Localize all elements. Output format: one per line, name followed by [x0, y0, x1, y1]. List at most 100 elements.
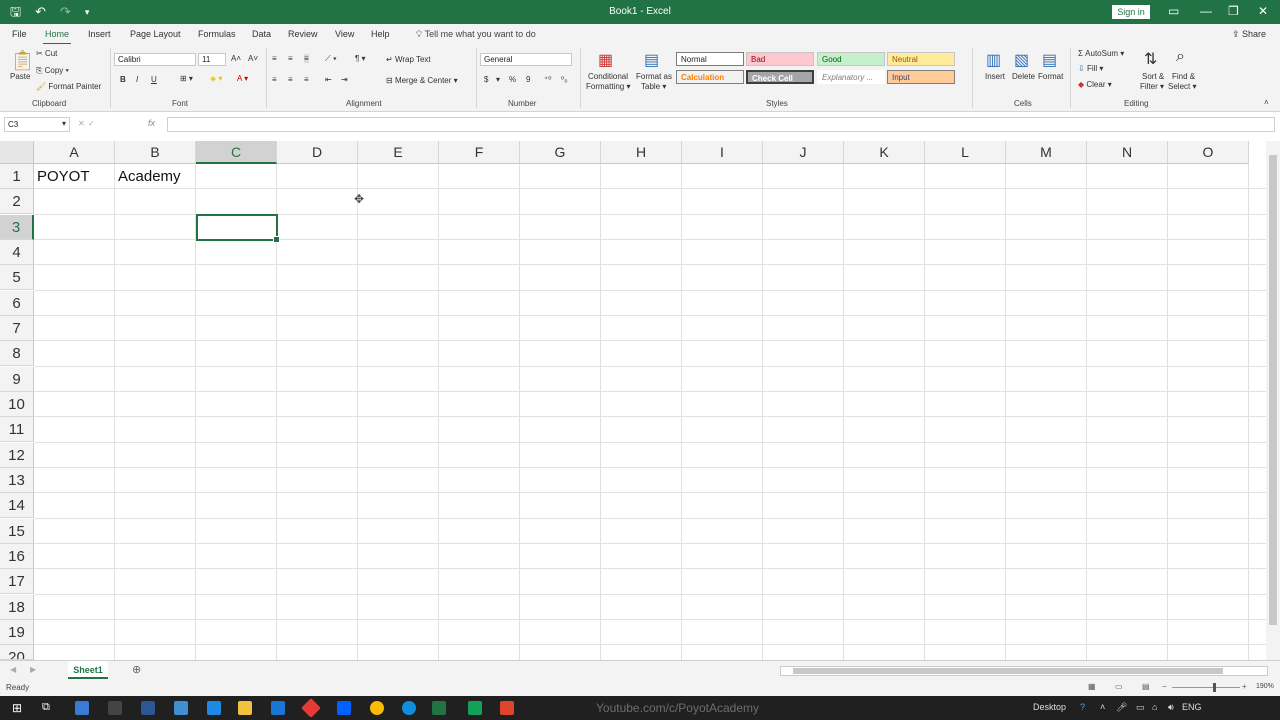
scroll-thumb[interactable] [793, 668, 1223, 674]
delete-cells-button[interactable]: Delete [1012, 72, 1035, 81]
dropbox-icon[interactable] [337, 701, 351, 715]
column-header-k[interactable]: K [844, 141, 925, 164]
row-header-2[interactable]: 2 [0, 189, 34, 215]
sort-filter-line2[interactable]: Filter ▾ [1140, 82, 1164, 91]
desktop-toolbar[interactable]: Desktop [1033, 702, 1066, 712]
horizontal-scrollbar[interactable] [780, 666, 1268, 676]
style-normal[interactable]: Normal [676, 52, 744, 66]
copy-button[interactable]: ⎘ Copy ▾ [36, 66, 69, 76]
delete-cells-icon[interactable]: ▧ [1014, 50, 1029, 70]
conditional-formatting-line2[interactable]: Formatting ▾ [586, 82, 630, 91]
page-break-view-icon[interactable]: ▤ [1142, 682, 1150, 691]
conditional-formatting-line1[interactable]: Conditional [588, 72, 628, 81]
restore-icon[interactable]: ❐ [1228, 4, 1239, 18]
share-button[interactable]: ⇪ Share [1232, 29, 1266, 40]
column-header-n[interactable]: N [1087, 141, 1168, 164]
name-box[interactable]: C3 [4, 117, 70, 132]
app-icon[interactable] [301, 698, 321, 718]
column-header-l[interactable]: L [925, 141, 1006, 164]
clear-button[interactable]: ◆ Clear ▾ [1078, 80, 1112, 89]
task-view-icon[interactable]: ⧉ [42, 701, 50, 714]
language-indicator[interactable]: ENG [1182, 702, 1202, 712]
style-calculation[interactable]: Calculation [676, 70, 744, 84]
sheet-tab-sheet1[interactable]: Sheet1 [68, 661, 108, 679]
row-header-3[interactable]: 3 [0, 214, 34, 240]
edge-icon[interactable] [402, 701, 416, 715]
format-as-table-line2[interactable]: Table ▾ [641, 82, 666, 91]
row-header-10[interactable]: 10 [0, 391, 34, 417]
format-cells-button[interactable]: Format [1038, 72, 1063, 81]
row-header-12[interactable]: 12 [0, 442, 34, 468]
volume-icon[interactable]: 🔊︎ [1168, 702, 1174, 713]
style-check-cell[interactable]: Check Cell [746, 70, 814, 84]
row-header-14[interactable]: 14 [0, 493, 34, 519]
row-header-1[interactable]: 1 [0, 164, 34, 189]
tab-insert[interactable]: Insert [88, 29, 111, 39]
conditional-formatting-icon[interactable]: ▦ [598, 50, 613, 70]
font-size-select[interactable]: 11 [198, 53, 226, 66]
format-as-table-line1[interactable]: Format as [636, 72, 672, 81]
normal-view-icon[interactable]: ▦ [1088, 682, 1096, 691]
cell-b1[interactable]: Academy [115, 164, 181, 189]
select-all-corner[interactable] [0, 141, 34, 164]
sign-in-button[interactable]: Sign in [1112, 5, 1150, 19]
start-icon[interactable]: ⊞ [12, 701, 22, 715]
comma-button[interactable]: 9 [526, 75, 530, 84]
underline-button[interactable]: U [151, 75, 157, 84]
paste-button[interactable]: Paste [10, 72, 30, 81]
name-box-dropdown-icon[interactable]: ▾ [62, 119, 66, 128]
font-color-icon[interactable]: A ▾ [237, 74, 248, 83]
zoom-out-icon[interactable]: − [1162, 682, 1167, 691]
currency-button[interactable]: $ [484, 75, 488, 84]
insert-cells-icon[interactable]: ▥ [986, 50, 1001, 70]
column-header-o[interactable]: O [1168, 141, 1249, 164]
align-middle-icon[interactable]: ≡ [288, 54, 293, 63]
find-select-line2[interactable]: Select ▾ [1168, 82, 1196, 91]
style-neutral[interactable]: Neutral [887, 52, 955, 66]
tab-review[interactable]: Review [288, 29, 318, 39]
align-top-icon[interactable]: ≡ [272, 54, 277, 63]
column-header-g[interactable]: G [520, 141, 601, 164]
decrease-decimal-icon[interactable]: ⁰₀ [561, 75, 568, 84]
increase-indent-icon[interactable]: ⇥ [341, 75, 348, 84]
app-icon[interactable] [141, 701, 155, 715]
app-icon[interactable] [468, 701, 482, 715]
wrap-text-button[interactable]: ↵ Wrap Text [386, 55, 431, 64]
column-header-f[interactable]: F [439, 141, 520, 164]
fill-button[interactable]: ⇩ Fill ▾ [1078, 64, 1103, 73]
microphone-icon[interactable]: 🎤︎ [1116, 702, 1127, 713]
format-cells-icon[interactable]: ▤ [1042, 50, 1057, 70]
prev-sheet-icon[interactable]: ◀ [10, 665, 16, 674]
page-layout-view-icon[interactable]: ▭ [1115, 682, 1123, 691]
decrease-indent-icon[interactable]: ⇤ [325, 75, 332, 84]
insert-function-button[interactable]: fx [148, 118, 155, 128]
folder-icon[interactable] [238, 701, 252, 715]
increase-font-icon[interactable]: A˄ [231, 54, 241, 63]
align-right-icon[interactable]: ≡ [304, 75, 309, 84]
percent-button[interactable]: % [509, 75, 516, 84]
tab-formulas[interactable]: Formulas [198, 29, 236, 39]
align-bottom-icon[interactable]: ≡ [304, 54, 309, 63]
tray-overflow-icon[interactable]: ˄ [1100, 702, 1105, 712]
tab-data[interactable]: Data [252, 29, 271, 39]
tab-file[interactable]: File [12, 29, 27, 39]
orientation-icon[interactable]: ⟋ ▾ [325, 54, 337, 64]
search-icon[interactable]: ⌕ [1176, 48, 1185, 66]
align-left-icon[interactable]: ≡ [272, 75, 277, 84]
worksheet-grid[interactable]: POYOT Academy ✥ [34, 164, 1266, 660]
cell-a1[interactable]: POYOT [34, 164, 90, 189]
increase-decimal-icon[interactable]: ⁺⁰ [544, 75, 551, 84]
find-select-line1[interactable]: Find & [1172, 72, 1195, 81]
formula-input[interactable] [167, 117, 1275, 132]
help-icon[interactable]: ? [1080, 702, 1085, 712]
app-icon[interactable] [108, 701, 122, 715]
style-input[interactable]: Input [887, 70, 955, 84]
row-header-19[interactable]: 19 [0, 619, 34, 645]
tab-view[interactable]: View [335, 29, 354, 39]
excel-icon[interactable] [432, 701, 446, 715]
cancel-icon[interactable]: ✕ [78, 119, 85, 128]
rtl-icon[interactable]: ¶ ▾ [355, 54, 366, 63]
tab-home[interactable]: Home [42, 29, 72, 45]
decrease-font-icon[interactable]: A˅ [248, 54, 258, 63]
row-header-17[interactable]: 17 [0, 569, 34, 595]
